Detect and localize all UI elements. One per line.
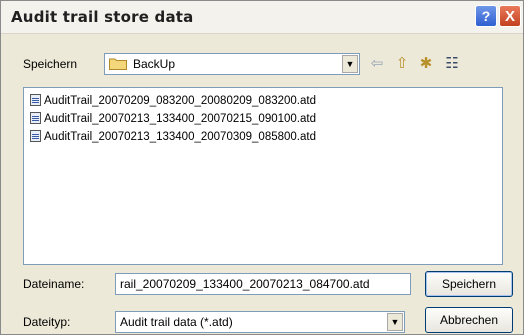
file-item[interactable]: AuditTrail_20070213_133400_20070215_0901… xyxy=(30,112,316,128)
save-button[interactable]: Speichern xyxy=(425,271,513,297)
help-button[interactable]: ? xyxy=(475,5,497,27)
close-button[interactable]: X xyxy=(499,5,521,27)
view-menu-icon[interactable]: ☷ xyxy=(441,54,463,74)
back-icon[interactable]: ⇦ xyxy=(366,54,388,74)
file-icon xyxy=(30,94,41,106)
file-item[interactable]: AuditTrail_20070209_083200_20080209_0832… xyxy=(30,94,316,110)
save-in-label: Speichern xyxy=(23,57,78,71)
file-item[interactable]: AuditTrail_20070213_133400_20070309_0858… xyxy=(30,130,316,146)
cancel-button[interactable]: Abbrechen xyxy=(425,307,513,333)
file-name: AuditTrail_20070213_133400_20070215_0901… xyxy=(44,113,316,125)
up-folder-icon[interactable]: ⇧ xyxy=(391,54,413,74)
save-in-value: BackUp xyxy=(133,57,176,71)
file-list[interactable]: AuditTrail_20070209_083200_20080209_0832… xyxy=(23,87,503,265)
file-icon xyxy=(30,112,41,124)
file-icon xyxy=(30,130,41,142)
filetype-label: Dateityp: xyxy=(23,315,71,329)
chevron-down-icon[interactable]: ▼ xyxy=(342,55,358,73)
chevron-down-icon[interactable]: ▼ xyxy=(387,313,403,331)
folder-icon xyxy=(109,58,127,70)
filetype-value: Audit trail data (*.atd) xyxy=(120,315,233,329)
file-name: AuditTrail_20070213_133400_20070309_0858… xyxy=(44,131,316,143)
new-folder-icon[interactable]: ✱ xyxy=(415,54,437,74)
title-bar: Audit trail store data ? X xyxy=(1,1,523,34)
save-dialog: Audit trail store data ? X Speichern Bac… xyxy=(0,0,524,335)
filetype-select[interactable]: Audit trail data (*.atd) ▼ xyxy=(115,311,405,333)
filename-input[interactable]: rail_20070209_133400_20070213_084700.atd xyxy=(115,273,411,295)
save-in-combo[interactable]: BackUp ▼ xyxy=(104,53,360,75)
dialog-title: Audit trail store data xyxy=(11,8,194,26)
file-name: AuditTrail_20070209_083200_20080209_0832… xyxy=(44,95,316,107)
filename-label: Dateiname: xyxy=(23,277,85,291)
